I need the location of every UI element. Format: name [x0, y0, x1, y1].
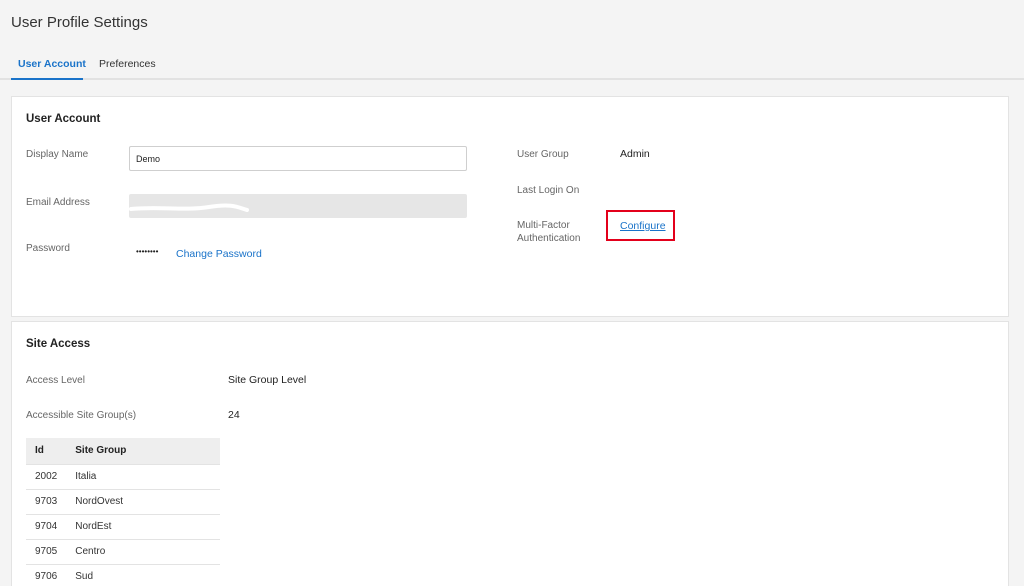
user-group-label: User Group: [517, 149, 569, 160]
password-mask: ••••••••: [136, 247, 159, 256]
site-group-table: Id Site Group 2002 Italia 9703 NordOvest…: [26, 438, 220, 586]
accessible-groups-value: 24: [228, 409, 240, 421]
cell-id: 9703: [26, 488, 67, 514]
tab-user-account[interactable]: User Account: [18, 58, 86, 70]
table-row[interactable]: 9703 NordOvest: [26, 488, 220, 514]
highlight-box: [606, 210, 675, 241]
email-label: Email Address: [26, 197, 90, 208]
cell-site-group: Centro: [66, 538, 220, 564]
access-level-value: Site Group Level: [228, 374, 307, 386]
cell-id: 9704: [26, 513, 67, 539]
table-row[interactable]: 2002 Italia: [26, 463, 220, 489]
redacted-email-mark: [129, 203, 249, 212]
mfa-label: Multi-Factor Authentication: [517, 220, 581, 244]
display-name-label: Display Name: [26, 149, 89, 160]
active-tab-indicator: [11, 78, 83, 80]
table-row[interactable]: 9706 Sud: [26, 563, 220, 586]
page-header: User Profile Settings User Account Prefe…: [0, 0, 1024, 80]
table-row[interactable]: 9705 Centro: [26, 538, 220, 564]
cell-site-group: NordOvest: [66, 488, 220, 514]
page-title: User Profile Settings: [11, 14, 148, 31]
column-header-id[interactable]: Id: [26, 438, 67, 464]
display-name-input[interactable]: [129, 146, 467, 171]
user-account-title: User Account: [26, 113, 101, 125]
cell-site-group: Sud: [66, 563, 220, 586]
column-header-site-group[interactable]: Site Group: [66, 438, 220, 464]
table-row[interactable]: 9704 NordEst: [26, 513, 220, 539]
cell-id: 2002: [26, 463, 67, 489]
access-level-label: Access Level: [26, 375, 85, 386]
tab-preferences[interactable]: Preferences: [99, 58, 156, 70]
site-access-title: Site Access: [26, 338, 91, 350]
password-label: Password: [26, 243, 70, 254]
cell-id: 9706: [26, 563, 67, 586]
cell-site-group: NordEst: [66, 513, 220, 539]
table-header-row: Id Site Group: [26, 438, 220, 464]
change-password-link[interactable]: Change Password: [176, 248, 262, 260]
user-group-value: Admin: [620, 148, 650, 160]
cell-id: 9705: [26, 538, 67, 564]
cell-site-group: Italia: [66, 463, 220, 489]
last-login-label: Last Login On: [517, 185, 580, 196]
accessible-groups-label: Accessible Site Group(s): [26, 410, 137, 421]
